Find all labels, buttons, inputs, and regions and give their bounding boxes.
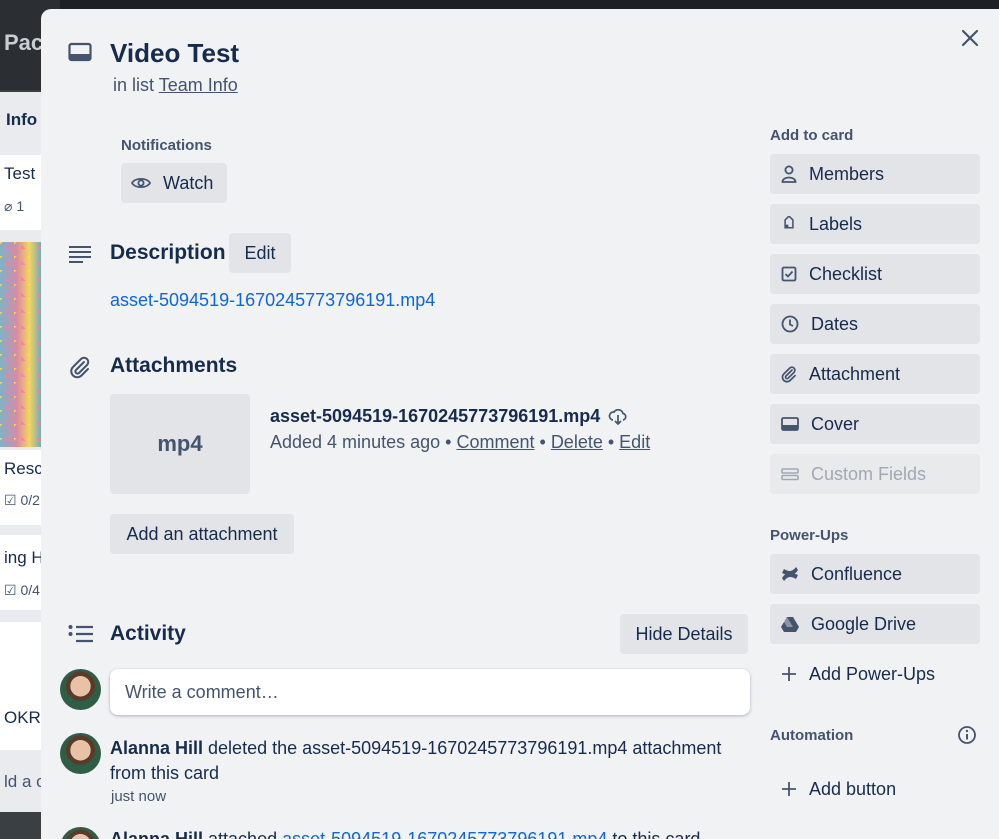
checklist-label: Checklist bbox=[809, 263, 883, 284]
confluence-button[interactable]: Confluence bbox=[770, 554, 980, 594]
paperclip-icon bbox=[68, 355, 92, 379]
checkbox-icon bbox=[781, 266, 797, 282]
activity-timestamp[interactable]: just now bbox=[111, 788, 166, 805]
attachment-name[interactable]: asset-5094519-1670245773796191.mp4 bbox=[270, 406, 628, 427]
attachment-thumbnail[interactable]: mp4 bbox=[110, 394, 250, 494]
custom-fields-icon bbox=[781, 468, 799, 481]
close-button[interactable] bbox=[955, 23, 985, 53]
activity-icon bbox=[68, 624, 94, 644]
comment-input[interactable]: Write a comment… bbox=[110, 669, 750, 715]
google-drive-icon bbox=[781, 617, 799, 632]
members-label: Members bbox=[809, 163, 885, 184]
card-detail-modal: Video Test in list Team Info Notificatio… bbox=[41, 9, 999, 839]
activity-text: attached bbox=[208, 829, 278, 839]
info-icon[interactable] bbox=[957, 725, 977, 745]
person-icon bbox=[781, 165, 797, 183]
description-edit-button[interactable]: Edit bbox=[229, 233, 291, 273]
avatar[interactable] bbox=[60, 733, 101, 774]
board-card-title: ing H bbox=[4, 548, 44, 567]
add-powerups-button[interactable]: Add Power-Ups bbox=[770, 654, 980, 694]
add-attachment-button[interactable]: Add an attachment bbox=[110, 514, 294, 554]
activity-title: Activity bbox=[110, 622, 186, 645]
dates-button[interactable]: Dates bbox=[770, 304, 980, 344]
add-card-button[interactable]: ld a c bbox=[4, 772, 45, 792]
card-title[interactable]: Video Test bbox=[110, 38, 239, 69]
in-list-prefix: in list bbox=[113, 75, 155, 95]
paperclip-icon bbox=[781, 366, 796, 383]
hide-details-button[interactable]: Hide Details bbox=[620, 614, 748, 654]
add-button-label: Add button bbox=[809, 778, 897, 799]
card-cover-icon bbox=[781, 417, 799, 431]
attachment-meta: Added 4 minutes ago • Comment • Delete •… bbox=[270, 432, 651, 452]
dates-label: Dates bbox=[811, 313, 859, 334]
google-drive-label: Google Drive bbox=[811, 613, 917, 634]
cloud-download-icon[interactable] bbox=[608, 408, 628, 425]
watch-label: Watch bbox=[163, 172, 214, 193]
board-card-title: Resc bbox=[4, 459, 43, 478]
attachment-edit-link[interactable]: Edit bbox=[619, 432, 650, 452]
activity-text: to this card bbox=[612, 829, 701, 839]
tag-icon bbox=[784, 216, 794, 229]
attachment-comment-link[interactable]: Comment bbox=[456, 432, 534, 452]
notifications-label: Notifications bbox=[121, 137, 212, 154]
attachments-title: Attachments bbox=[110, 354, 238, 377]
description-link[interactable]: asset-5094519-1670245773796191.mp4 bbox=[110, 290, 435, 311]
board-card-badge: ☑ 0/4 bbox=[4, 582, 40, 598]
confluence-label: Confluence bbox=[811, 563, 903, 584]
plus-icon bbox=[782, 782, 796, 796]
board-title: Pac bbox=[4, 30, 44, 55]
attachment-name-text: asset-5094519-1670245773796191.mp4 bbox=[270, 406, 601, 426]
description-title: Description bbox=[110, 241, 226, 264]
checklist-button[interactable]: Checklist bbox=[770, 254, 980, 294]
google-drive-button[interactable]: Google Drive bbox=[770, 604, 980, 644]
labels-label: Labels bbox=[809, 213, 863, 234]
custom-fields-label: Custom Fields bbox=[811, 463, 927, 484]
attachment-thumbnail-label: mp4 bbox=[157, 431, 203, 456]
board-card-cover-image bbox=[0, 242, 42, 447]
add-to-card-label: Add to card bbox=[770, 127, 854, 144]
add-automation-button[interactable]: Add button bbox=[770, 769, 980, 809]
confluence-icon bbox=[782, 567, 798, 581]
custom-fields-button[interactable]: Custom Fields bbox=[770, 454, 980, 494]
attachment-button[interactable]: Attachment bbox=[770, 354, 980, 394]
labels-button[interactable]: Labels bbox=[770, 204, 980, 244]
cover-label: Cover bbox=[811, 413, 860, 434]
description-icon bbox=[68, 245, 92, 263]
close-icon bbox=[961, 29, 979, 47]
members-button[interactable]: Members bbox=[770, 154, 980, 194]
powerups-label: Power-Ups bbox=[770, 527, 849, 544]
in-list-text: in list Team Info bbox=[113, 75, 238, 96]
activity-user[interactable]: Alanna Hill bbox=[110, 738, 203, 758]
board-card-title: OKR bbox=[4, 708, 41, 727]
watch-button[interactable]: Watch bbox=[121, 163, 227, 203]
list-title: Info bbox=[6, 110, 38, 129]
board-card-title: Test bbox=[4, 164, 36, 183]
board-card-badge: ☑ 0/2 bbox=[4, 492, 40, 508]
board-card-badge: ⌀ 1 bbox=[4, 198, 25, 214]
add-powerups-label: Add Power-Ups bbox=[809, 663, 936, 684]
avatar[interactable] bbox=[60, 827, 101, 839]
cover-button[interactable]: Cover bbox=[770, 404, 980, 444]
activity-user[interactable]: Alanna Hill bbox=[110, 829, 203, 839]
attachment-delete-link[interactable]: Delete bbox=[551, 432, 603, 452]
attachment-added: Added 4 minutes ago bbox=[270, 432, 441, 452]
clock-icon bbox=[781, 315, 799, 333]
eye-icon bbox=[131, 177, 151, 189]
list-link[interactable]: Team Info bbox=[159, 75, 238, 95]
avatar bbox=[60, 669, 101, 710]
automation-label: Automation bbox=[770, 727, 854, 744]
activity-entry: Alanna Hill deleted the asset-5094519-16… bbox=[110, 736, 750, 786]
plus-icon bbox=[782, 667, 796, 681]
activity-link[interactable]: asset-5094519-1670245773796191.mp4 bbox=[282, 829, 607, 839]
attachment-label: Attachment bbox=[809, 363, 901, 384]
activity-entry: Alanna Hill attached asset-5094519-16702… bbox=[110, 829, 810, 839]
card-icon bbox=[68, 42, 92, 62]
